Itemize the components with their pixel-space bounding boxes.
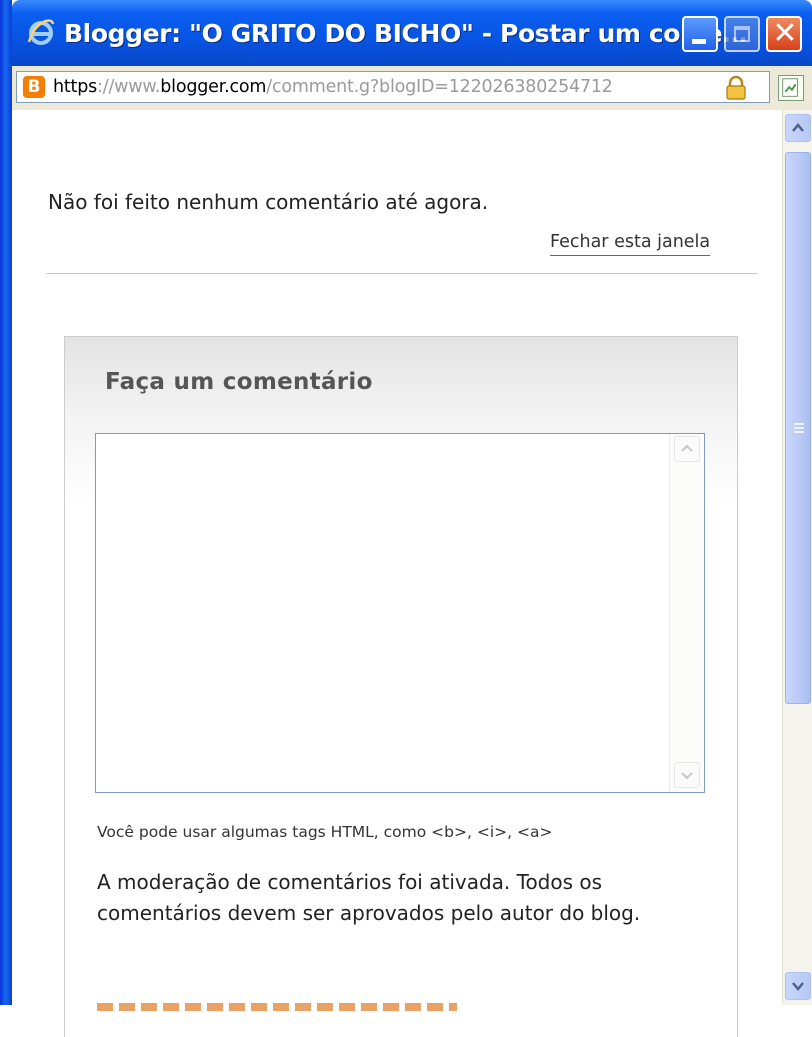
no-comments-message: Não foi feito nenhum comentário até agor… bbox=[48, 190, 489, 214]
url-separator: :// bbox=[97, 77, 115, 97]
moderation-notice: A moderação de comentários foi ativada. … bbox=[97, 870, 641, 925]
window-left-frame bbox=[0, 0, 12, 1005]
scroll-up-button[interactable] bbox=[785, 114, 811, 142]
scroll-down-button[interactable] bbox=[785, 972, 811, 1000]
scrollbar-grip bbox=[794, 423, 804, 435]
page-content: Não foi feito nenhum comentário até agor… bbox=[12, 110, 782, 1037]
scroll-down-icon bbox=[681, 772, 693, 780]
url-text[interactable]: https://www.blogger.com/comment.g?blogID… bbox=[53, 77, 695, 97]
ie-icon bbox=[27, 19, 55, 45]
maximize-button[interactable] bbox=[724, 16, 760, 52]
url-field[interactable]: B https://www.blogger.com/comment.g?blog… bbox=[16, 71, 770, 103]
blogger-icon-glyph: B bbox=[27, 77, 41, 97]
close-window-link[interactable]: Fechar esta janela bbox=[550, 232, 711, 256]
scroll-up-icon bbox=[681, 444, 693, 452]
comment-textarea[interactable] bbox=[95, 433, 705, 793]
scroll-up-icon bbox=[792, 123, 804, 132]
minimize-icon bbox=[692, 39, 706, 44]
rss-icon[interactable] bbox=[778, 75, 804, 101]
cut-off-link[interactable] bbox=[97, 999, 457, 1011]
url-scheme: https bbox=[53, 77, 98, 97]
window-titlebar[interactable]: Blogger: "O GRITO DO BICHO" - Postar um … bbox=[12, 0, 812, 66]
page-scrollbar[interactable] bbox=[782, 110, 812, 1005]
html-tags-hint: Você pode usar algumas tags HTML, como <… bbox=[97, 823, 553, 841]
maximize-icon bbox=[734, 26, 750, 42]
textarea-scroll-up-button[interactable] bbox=[674, 436, 700, 462]
lock-icon[interactable] bbox=[723, 75, 749, 101]
textarea-scroll-down-button[interactable] bbox=[674, 762, 700, 788]
window-title: Blogger: "O GRITO DO BICHO" - Postar um … bbox=[64, 19, 747, 48]
address-bar: B https://www.blogger.com/comment.g?blog… bbox=[12, 66, 812, 111]
minimize-button[interactable] bbox=[682, 16, 718, 52]
url-www: www. bbox=[114, 77, 161, 97]
url-path: /comment.g?blogID=122026380254712 bbox=[266, 77, 613, 97]
comment-form: Faça um comentário Você pode usar alguma… bbox=[64, 336, 738, 1037]
scroll-down-icon bbox=[792, 982, 804, 991]
comment-form-heading: Faça um comentário bbox=[105, 369, 373, 395]
close-button[interactable]: ✕ bbox=[766, 16, 802, 52]
url-domain: blogger.com bbox=[160, 77, 267, 97]
close-icon: ✕ bbox=[772, 16, 798, 51]
scrollbar-thumb[interactable] bbox=[785, 152, 811, 704]
blogger-icon: B bbox=[23, 76, 45, 98]
cut-off-link-text bbox=[97, 1003, 457, 1011]
divider bbox=[46, 273, 758, 274]
textarea-scrollbar[interactable] bbox=[669, 434, 704, 792]
